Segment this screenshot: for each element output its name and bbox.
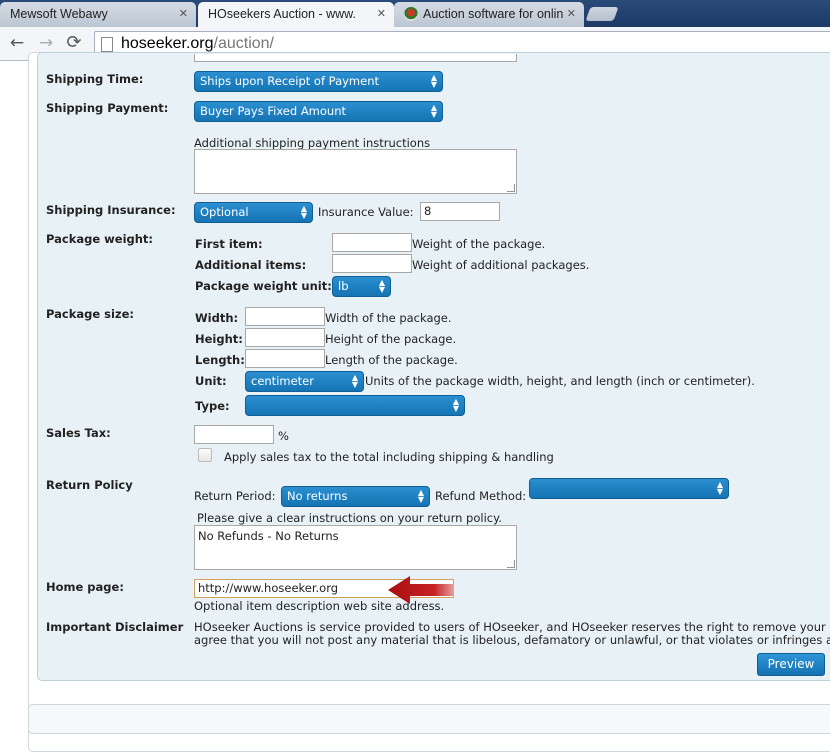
tab-hoseekers[interactable]: HOseekers Auction - www. ✕	[198, 2, 394, 27]
shipping-payment-value: Buyer Pays Fixed Amount	[200, 104, 347, 118]
additional-items-label: Additional items:	[195, 258, 307, 272]
additional-items-hint: Weight of additional packages.	[412, 258, 590, 272]
shipping-instructions-label: Additional shipping payment instructions	[194, 136, 431, 150]
type-label: Type:	[195, 399, 230, 413]
disclaimer-label: Important Disclaimer	[46, 620, 184, 634]
height-hint: Height of the package.	[325, 332, 457, 346]
annotation-arrow-icon	[388, 576, 454, 604]
back-arrow-icon[interactable]: ←	[7, 33, 27, 53]
width-input[interactable]	[245, 307, 325, 326]
apply-tax-label: Apply sales tax to the total including s…	[224, 450, 554, 464]
height-label: Height:	[195, 332, 243, 346]
first-item-hint: Weight of the package.	[412, 237, 546, 251]
insurance-value-label: Insurance Value:	[318, 205, 414, 219]
tab-title: HOseekers Auction - www.	[208, 7, 356, 21]
select-arrows-icon: ▲ ▼	[300, 204, 307, 220]
sales-tax-label: Sales Tax:	[46, 426, 111, 440]
resize-grip-icon[interactable]	[507, 184, 515, 192]
length-label: Length:	[195, 353, 245, 367]
shipping-payment-label: Shipping Payment:	[46, 101, 169, 115]
disclaimer-line-2: agree that you will not post any materia…	[194, 633, 830, 647]
shipping-insurance-select[interactable]: Optional ▲ ▼	[194, 202, 313, 223]
refund-method-label: Refund Method:	[435, 489, 527, 503]
return-policy-label: Return Policy	[46, 478, 133, 492]
weight-unit-select[interactable]: lb ▲ ▼	[332, 276, 391, 297]
home-page-label: Home page:	[46, 580, 124, 594]
lower-panel	[28, 704, 830, 734]
tab-strip: Mewsoft Webawy ✕ HOseekers Auction - www…	[0, 0, 830, 27]
select-arrows-icon: ▲ ▼	[716, 480, 723, 496]
shipping-time-value: Ships upon Receipt of Payment	[200, 74, 379, 88]
new-tab-button[interactable]	[585, 7, 619, 21]
disclaimer-line-1: HOseeker Auctions is service provided to…	[194, 620, 826, 634]
weight-unit-value: lb	[338, 279, 349, 293]
return-instructions-label: Please give a clear instructions on your…	[197, 511, 502, 525]
shipping-insurance-value: Optional	[200, 205, 249, 219]
size-unit-hint: Units of the package width, height, and …	[365, 374, 755, 388]
package-type-select[interactable]: ▲ ▼	[245, 395, 465, 416]
close-icon[interactable]: ✕	[179, 7, 188, 20]
return-instructions-textarea[interactable]: No Refunds - No Returns	[194, 525, 517, 570]
forward-arrow-icon[interactable]: →	[36, 33, 56, 53]
tab-auction-software[interactable]: Auction software for onlin ✕	[394, 2, 584, 27]
shipping-time-label: Shipping Time:	[46, 72, 144, 86]
size-unit-value: centimeter	[251, 374, 314, 388]
first-item-label: First item:	[195, 237, 263, 251]
size-unit-select[interactable]: centimeter ▲ ▼	[245, 371, 364, 392]
site-favicon-icon	[404, 7, 418, 21]
length-hint: Length of the package.	[325, 353, 458, 367]
close-icon[interactable]: ✕	[567, 7, 576, 20]
insurance-value-input[interactable]: 8	[420, 202, 500, 221]
package-weight-label: Package weight:	[46, 232, 154, 246]
select-arrows-icon: ▲ ▼	[430, 73, 437, 89]
select-arrows-icon: ▲ ▼	[378, 278, 385, 294]
select-arrows-icon: ▲ ▼	[430, 103, 437, 119]
sales-tax-input[interactable]	[194, 425, 274, 444]
shipping-instructions-textarea[interactable]	[194, 149, 517, 194]
weight-unit-label: Package weight unit:	[195, 279, 332, 293]
shipping-time-select[interactable]: Ships upon Receipt of Payment ▲ ▼	[194, 71, 443, 92]
width-hint: Width of the package.	[325, 311, 452, 325]
return-instructions-value: No Refunds - No Returns	[198, 529, 339, 543]
first-item-weight-input[interactable]	[332, 233, 412, 252]
resize-grip-icon[interactable]	[507, 560, 515, 568]
return-period-select[interactable]: No returns ▲ ▼	[281, 486, 430, 507]
apply-tax-checkbox[interactable]	[198, 448, 212, 462]
previous-textarea-edge[interactable]	[194, 54, 517, 62]
length-input[interactable]	[245, 349, 325, 368]
url-path: /auction/	[213, 35, 274, 52]
return-period-value: No returns	[287, 489, 348, 503]
select-arrows-icon: ▲ ▼	[417, 488, 424, 504]
package-size-label: Package size:	[46, 307, 135, 321]
refund-method-select[interactable]: ▲ ▼	[529, 478, 729, 499]
url-host: hoseeker.org	[121, 35, 214, 52]
tab-title: Auction software for onlin	[423, 7, 563, 21]
select-arrows-icon: ▲ ▼	[351, 373, 358, 389]
shipping-payment-select[interactable]: Buyer Pays Fixed Amount ▲ ▼	[194, 101, 443, 122]
preview-button[interactable]: Preview	[757, 653, 825, 676]
width-label: Width:	[195, 311, 239, 325]
shipping-insurance-label: Shipping Insurance:	[46, 203, 176, 217]
page-icon	[101, 37, 113, 52]
percent-suffix: %	[278, 429, 289, 443]
reload-icon[interactable]: ⟳	[64, 33, 84, 53]
tab-mewsoft[interactable]: Mewsoft Webawy ✕	[0, 2, 196, 27]
additional-items-weight-input[interactable]	[332, 254, 412, 273]
page-content: Shipping Time: Ships upon Receipt of Pay…	[0, 52, 830, 752]
height-input[interactable]	[245, 328, 325, 347]
return-period-label: Return Period:	[194, 489, 276, 503]
size-unit-label: Unit:	[195, 374, 227, 388]
close-icon[interactable]: ✕	[377, 7, 386, 20]
select-arrows-icon: ▲ ▼	[452, 397, 459, 413]
tab-title: Mewsoft Webawy	[10, 7, 108, 21]
